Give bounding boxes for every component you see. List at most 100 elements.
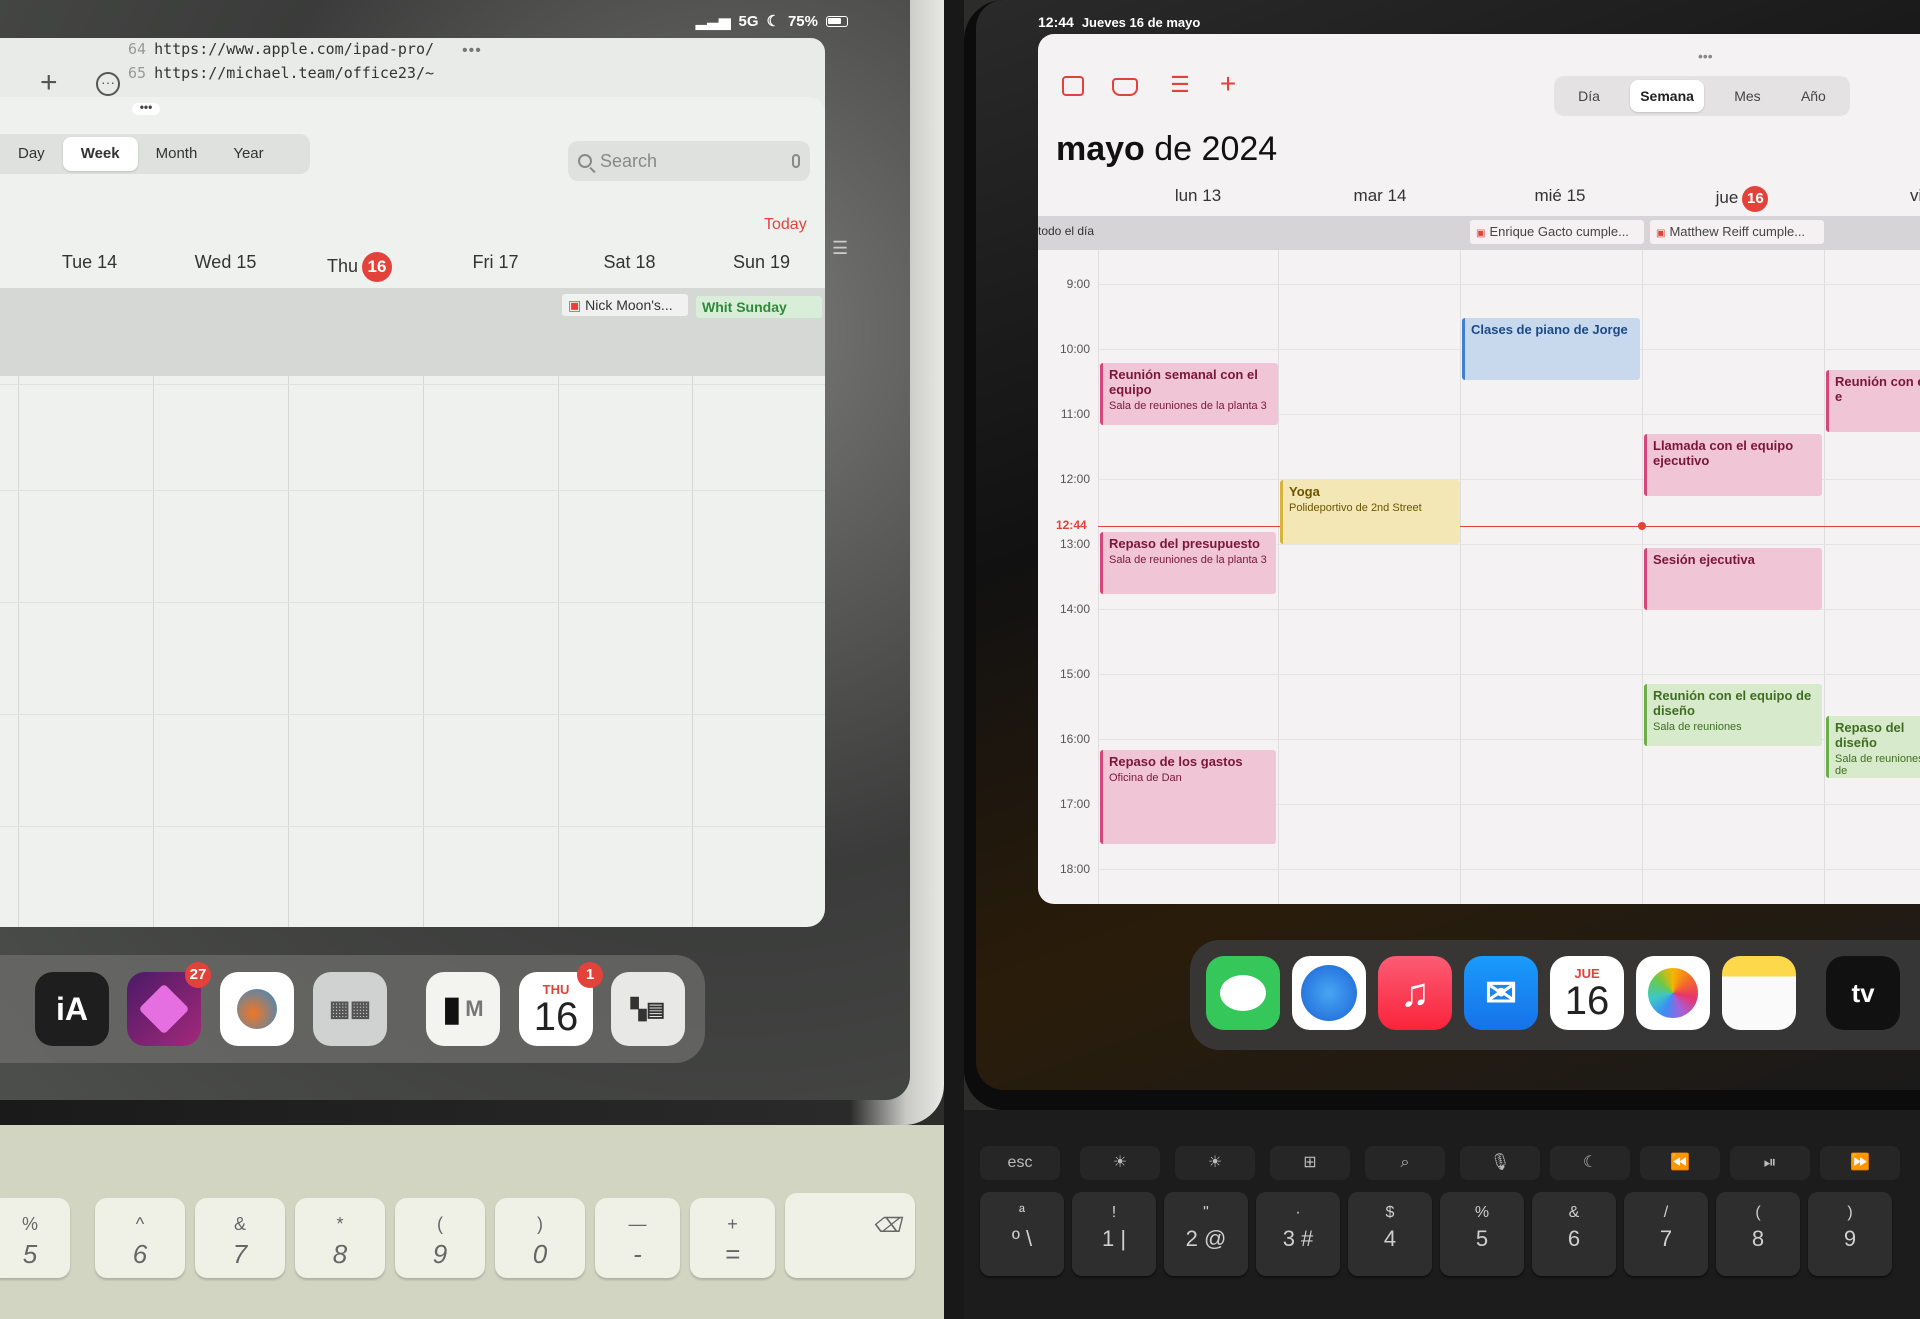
music-app-icon[interactable]: ♫ (1378, 956, 1452, 1030)
add-event-icon[interactable]: + (1214, 68, 1242, 99)
hour-label: 14:00 (1059, 602, 1090, 616)
speech-bubble-icon (1220, 975, 1266, 1011)
day-header[interactable]: Sat 18 (562, 252, 697, 273)
mission-control-key[interactable]: ⊞ (1270, 1146, 1350, 1180)
keyboard-key[interactable]: ^ 6 (95, 1198, 185, 1278)
photos-app-icon[interactable] (1636, 956, 1710, 1030)
day-header-today[interactable]: jue 16 (1672, 186, 1812, 212)
keyboard-key[interactable]: * 8 (295, 1198, 385, 1278)
craft-app-icon[interactable]: 27 (127, 962, 211, 1046)
calendar-event[interactable]: Sesión ejecutiva (1644, 548, 1822, 610)
day-header[interactable]: Sun 19 (694, 252, 825, 273)
ia-writer-app-icon[interactable]: iA (35, 972, 109, 1046)
search-field[interactable]: Search (568, 141, 810, 181)
mela-app-icon[interactable]: ▮ M (426, 972, 500, 1046)
all-day-event[interactable]: Enrique Gacto cumple... (1470, 220, 1644, 244)
keyboard-key[interactable]: · 3 # (1256, 1192, 1340, 1276)
calendar-event[interactable]: Reunión semanal con el equipo Sala de reu… (1100, 363, 1278, 425)
inbox-icon[interactable] (1112, 78, 1138, 96)
keyboard-key[interactable]: $4 (1348, 1192, 1432, 1276)
keyboard-key[interactable]: ) 9 (1808, 1192, 1892, 1276)
tab-mes[interactable]: Mes (1724, 80, 1770, 112)
keyboard-key[interactable]: (8 (1716, 1192, 1800, 1276)
keyboard-key[interactable]: % 5 (1440, 1192, 1524, 1276)
day-header[interactable]: mar 14 (1310, 186, 1450, 206)
focus-key[interactable]: ☾ (1550, 1146, 1630, 1180)
folder-app-icon[interactable]: ▦▦ (313, 972, 387, 1046)
calendar-event[interactable]: Yoga Polideportivo de 2nd Street (1280, 480, 1460, 544)
tab-semana[interactable]: Semana (1630, 80, 1704, 112)
keyboard-key[interactable]: ! 1 | (1072, 1192, 1156, 1276)
keyboard-key[interactable]: & 7 (195, 1198, 285, 1278)
keyboard-key[interactable]: — - (595, 1198, 680, 1278)
calendar-event[interactable]: Clases de piano de Jorge (1462, 318, 1640, 380)
calendar-event[interactable]: Repaso de los gastos Oficina de Dan (1100, 750, 1276, 844)
week-time-grid[interactable] (0, 376, 825, 927)
all-day-event[interactable]: Matthew Reiff cumple... (1650, 220, 1824, 244)
battery-icon (826, 15, 848, 27)
day-header[interactable]: mié 15 (1490, 186, 1630, 206)
tv-app-icon[interactable]: tv (1826, 956, 1900, 1030)
keyboard-key[interactable]: /7 (1624, 1192, 1708, 1276)
safari-app-icon[interactable] (1292, 956, 1366, 1030)
tab-week[interactable]: Week (62, 137, 138, 171)
esc-key[interactable]: esc (980, 1146, 1060, 1180)
window-menu-dots[interactable]: ••• (1698, 48, 1713, 64)
rewind-key[interactable]: ⏪ (1640, 1146, 1720, 1180)
calendar-event[interactable]: Repaso del diseño Sala de reuniones de (1826, 716, 1920, 778)
calendar-app-icon[interactable]: JUE 16 (1550, 956, 1624, 1030)
calendar-event[interactable]: Repaso del presupuesto Sala de reuniones … (1100, 532, 1276, 594)
calendar-event[interactable]: Reunión con el equipo de diseño Sala de r… (1644, 684, 1822, 746)
keyboard-key[interactable]: ) 0 (495, 1198, 585, 1278)
notes-app-icon[interactable] (1722, 956, 1796, 1030)
freeform-app-icon[interactable] (220, 972, 294, 1046)
battery-label: 75% (787, 12, 818, 30)
all-day-event[interactable]: Whit Sunday (696, 296, 822, 318)
keyboard-key[interactable]: " 2 @ (1164, 1192, 1248, 1276)
more-options-icon[interactable]: ··· (96, 72, 120, 96)
tab-day[interactable]: Day (0, 137, 63, 171)
calendar-window-right[interactable]: ••• ☰ + Día Semana Mes Año mayo de 2024 … (1038, 34, 1920, 904)
microphone-icon[interactable] (792, 154, 800, 168)
calendars-icon[interactable] (1062, 76, 1084, 96)
widgets-app-icon[interactable]: ▚▤ (611, 972, 685, 1046)
tab-dia[interactable]: Día (1568, 80, 1610, 112)
day-header[interactable]: vie 1 (1858, 186, 1920, 206)
all-day-event[interactable]: ▣ Nick Moon's... (562, 294, 688, 316)
brightness-up-key[interactable]: ☀ (1175, 1146, 1255, 1180)
keyboard-key[interactable]: ªº \ (980, 1192, 1064, 1276)
keyboard-key[interactable]: (9 (395, 1198, 485, 1278)
calendar-window-left[interactable]: ••• Day Week Month Year Search Today Tue… (0, 97, 825, 927)
day-header-today[interactable]: Thu 16 (292, 252, 427, 282)
keyboard-key[interactable]: & 6 (1532, 1192, 1616, 1276)
brightness-down-key[interactable]: ☀ (1080, 1146, 1160, 1180)
day-header[interactable]: Fri 17 (428, 252, 563, 273)
day-header[interactable]: Wed 15 (158, 252, 293, 273)
tab-month[interactable]: Month (138, 137, 216, 171)
keyboard-key[interactable]: % 5 (0, 1198, 70, 1278)
window-menu-dots[interactable]: ••• (462, 42, 482, 60)
window-grab-handle[interactable]: ••• (132, 101, 160, 115)
list-icon[interactable]: ☰ (1166, 72, 1194, 97)
hour-label: 12:00 (1059, 472, 1090, 486)
add-icon[interactable]: + (40, 66, 58, 100)
dictation-key[interactable]: 🎙 (1460, 1146, 1540, 1180)
calendar-event[interactable]: Llamada con el equipo ejecutivo (1644, 434, 1822, 496)
calendar-event[interactable]: Reunión con el e (1826, 370, 1920, 432)
day-header[interactable]: lun 13 (1128, 186, 1268, 206)
keyboard-key[interactable]: + = (690, 1198, 775, 1278)
list-icon[interactable]: ☰ (832, 238, 848, 259)
play-pause-key[interactable]: ⏯ (1730, 1146, 1810, 1180)
tab-year[interactable]: Year (215, 137, 281, 171)
messages-app-icon[interactable] (1206, 956, 1280, 1030)
current-time-line (1098, 526, 1920, 527)
today-button[interactable]: Today (764, 216, 807, 234)
calendar-app-icon[interactable]: THU 16 1 (519, 962, 603, 1046)
day-header[interactable]: Tue 14 (22, 252, 157, 273)
search-key[interactable]: ⌕ (1365, 1146, 1445, 1180)
mail-app-icon[interactable]: ✉ (1464, 956, 1538, 1030)
fast-forward-key[interactable]: ⏩ (1820, 1146, 1900, 1180)
week-time-grid[interactable]: 9:00 10:00 11:00 12:00 13:00 14:00 15:00… (1038, 250, 1920, 904)
delete-key[interactable]: ⌫ (785, 1193, 915, 1278)
tab-ano[interactable]: Año (1791, 80, 1836, 112)
